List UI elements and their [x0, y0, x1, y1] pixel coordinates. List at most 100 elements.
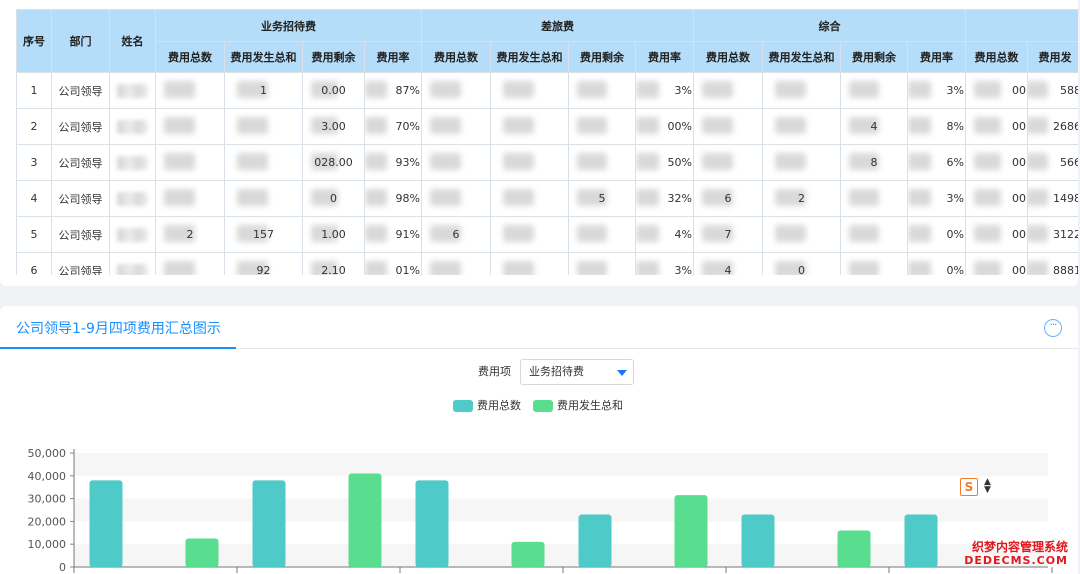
cell-value — [421, 144, 491, 181]
bar-total — [904, 514, 938, 567]
cell-text: 01% — [395, 264, 420, 275]
redaction-smear — [974, 261, 1002, 275]
cell-value: 0 — [762, 252, 841, 275]
cell-value: 7 — [693, 216, 763, 253]
cell-index: 4 — [16, 180, 52, 217]
redacted-block — [117, 83, 148, 98]
cell-value: 00 — [965, 252, 1028, 275]
redaction-smear — [503, 117, 534, 134]
redaction-smear — [365, 153, 387, 170]
more-options-button[interactable]: ··· — [1044, 319, 1062, 337]
legend-item-total[interactable]: 费用总数 — [453, 399, 521, 413]
redaction-smear — [849, 225, 879, 242]
cell-text: 588 — [1060, 84, 1078, 97]
cell-value — [155, 180, 225, 217]
redaction-smear — [1028, 153, 1048, 170]
y-tick-label: 40,000 — [28, 470, 67, 483]
cell-text: 3% — [946, 84, 964, 97]
tab-chart-summary[interactable]: 公司领导1-9月四项费用汇总图示 — [16, 318, 221, 348]
redaction-smear — [1028, 261, 1048, 275]
cell-text: 50% — [667, 156, 692, 169]
cell-text: 87% — [395, 84, 420, 97]
cell-dept: 公司领导 — [51, 216, 110, 253]
cell-text: 32% — [667, 192, 692, 205]
redaction-smear — [974, 189, 1002, 206]
cell-value: 92 — [224, 252, 303, 275]
toolbar-widget[interactable]: S ▲ ▼ — [960, 478, 1000, 498]
redacted-block — [117, 119, 148, 134]
bar-total — [741, 514, 775, 567]
cell-text: 00% — [667, 120, 692, 133]
cell-text: 5 — [598, 192, 606, 205]
cell-value: 00% — [635, 108, 694, 145]
cell-value: 1 — [224, 72, 303, 109]
expense-type-select[interactable]: 业务招待费 — [520, 359, 634, 385]
header-dept: 部门 — [51, 9, 110, 73]
table-row[interactable]: 5公司领导 2 157 1.00 91% 6 4% 7 0% 00 3122 — [16, 216, 1078, 253]
cell-text: 1 — [260, 84, 267, 97]
redacted-block — [117, 227, 148, 242]
cell-value — [693, 108, 763, 145]
cell-dept: 公司领导 — [51, 144, 110, 181]
cell-text: 00 — [1012, 156, 1026, 169]
redaction-smear — [164, 117, 195, 134]
header-total: 费用总数 — [155, 41, 225, 73]
cell-text: 70% — [395, 120, 420, 133]
header-total: 费用总数 — [965, 41, 1028, 73]
table-row[interactable]: 6公司领导 92 2.10 01% 3% 4 0 0% 00 8881 — [16, 252, 1078, 275]
legend-label-total: 费用总数 — [477, 399, 521, 412]
cell-dept: 公司领导 — [51, 72, 110, 109]
table-row[interactable]: 1公司领导10.0087%3%3%00588 — [16, 72, 1078, 109]
cell-value: 157 — [224, 216, 303, 253]
cell-value: 2 — [155, 216, 225, 253]
redacted-block — [117, 155, 148, 170]
y-tick-label: 30,000 — [28, 493, 67, 506]
cell-value: 3% — [635, 72, 694, 109]
redaction-smear — [702, 117, 733, 134]
cell-value: 00 — [965, 180, 1028, 217]
cell-index: 2 — [16, 108, 52, 145]
y-tick-label: 50,000 — [28, 447, 67, 460]
cell-value — [693, 144, 763, 181]
bar-spent — [511, 541, 545, 567]
cell-value — [421, 108, 491, 145]
cell-text: 6 — [724, 192, 732, 205]
redaction-smear — [849, 261, 879, 275]
cell-text: 6 — [452, 228, 460, 241]
cell-value: 4 — [840, 108, 908, 145]
cell-index: 6 — [16, 252, 52, 275]
cell-text: 1.00 — [321, 228, 346, 241]
table-row[interactable]: 2公司领导 3.00 70% 00% 4 8% 00 2686 — [16, 108, 1078, 145]
header-spent: 费用发生总和 — [762, 41, 841, 73]
expense-table: 序号 部门 姓名 业务招待费 差旅费 综合 费用总数 费用发生总和 费用剩余 费… — [16, 9, 1078, 275]
header-remaining: 费用剩余 — [302, 41, 365, 73]
cell-value — [224, 108, 303, 145]
cell-value: 50% — [635, 144, 694, 181]
cell-text: 2.10 — [321, 264, 346, 275]
redaction-smear — [430, 117, 461, 134]
redaction-smear — [503, 189, 534, 206]
cell-name-redacted — [109, 108, 156, 145]
bar-spent — [185, 538, 219, 567]
redaction-smear — [636, 117, 659, 134]
redaction-smear — [430, 153, 461, 170]
redaction-smear — [908, 117, 931, 134]
cell-text: 0% — [946, 264, 964, 275]
cell-value — [840, 252, 908, 275]
cell-name-redacted — [109, 180, 156, 217]
redaction-smear — [849, 189, 879, 206]
redaction-smear — [636, 153, 659, 170]
table-row[interactable]: 4公司领导 0 98% 5 32% 6 2 3% 00 1498 — [16, 180, 1078, 217]
cell-value: 00 — [965, 72, 1028, 109]
cell-value: 0 — [302, 180, 365, 217]
redaction-smear — [849, 81, 879, 98]
header-spent-truncated: 费用发 — [1027, 41, 1078, 73]
cell-value: 588 — [1027, 72, 1078, 109]
cell-text: 98% — [395, 192, 420, 205]
table-scroll-area[interactable]: 序号 部门 姓名 业务招待费 差旅费 综合 费用总数 费用发生总和 费用剩余 费… — [16, 9, 1078, 275]
filter-label: 费用项 — [478, 365, 511, 378]
table-row[interactable]: 3公司领导 028.00 93% 50% 8 6% 00 566 — [16, 144, 1078, 181]
bar-chart: 0 10,000 20,000 30,000 40,000 50,000 — [28, 447, 1053, 574]
legend-item-spent[interactable]: 费用发生总和 — [533, 399, 623, 413]
redaction-smear — [908, 153, 931, 170]
